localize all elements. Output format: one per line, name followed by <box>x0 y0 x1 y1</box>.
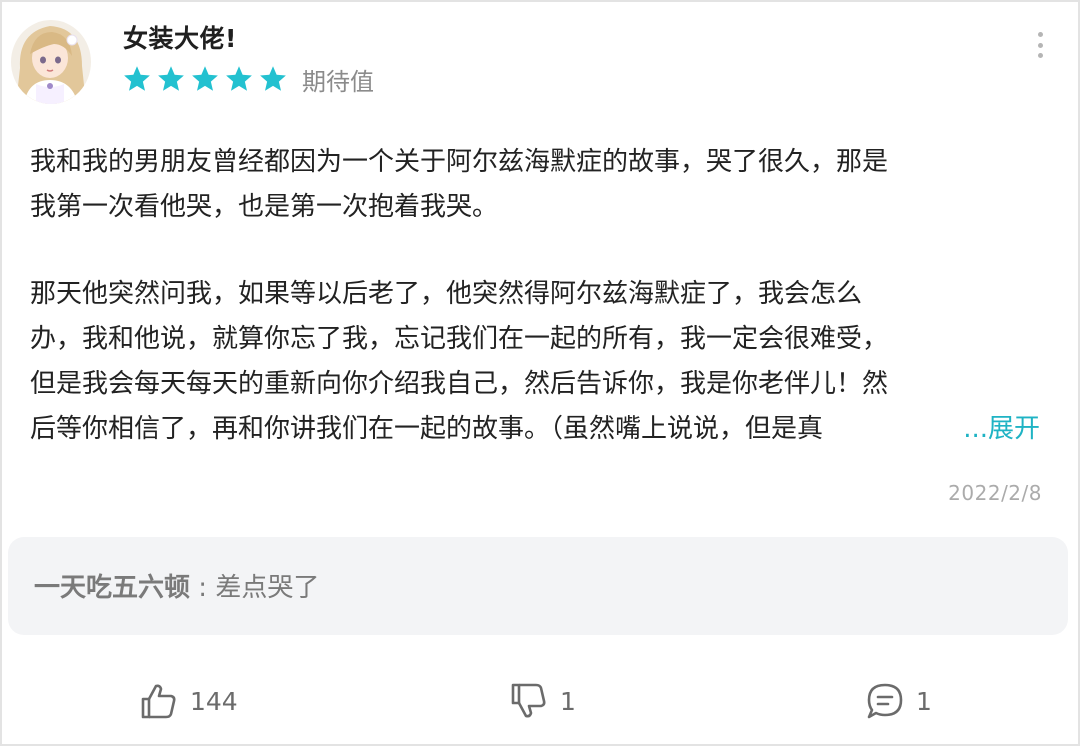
review-line: 后等你相信了，再和你讲我们在一起的故事。（虽然嘴上说说，但是真 <box>30 414 824 444</box>
review-date: 2022/2/8 <box>948 481 1042 505</box>
review-line: 我和我的男朋友曾经都因为一个关于阿尔兹海默症的故事，哭了很久，那是 <box>30 147 889 177</box>
menu-dot <box>1037 32 1043 37</box>
dislike-count: 1 <box>560 686 576 716</box>
review-line: 我第一次看他哭，也是第一次抱着我哭。 <box>30 192 499 222</box>
reply-author[interactable]: 一天吃五六顿 <box>34 573 190 603</box>
menu-dot <box>1037 42 1043 48</box>
dislike-button[interactable]: 1 <box>508 674 576 728</box>
menu-dot <box>1037 53 1043 58</box>
rating-label: 期待值 <box>302 67 374 96</box>
star-icon <box>158 66 184 91</box>
reply: 一天吃五六顿 : 差点哭了 <box>34 567 319 604</box>
star-icon <box>226 66 252 91</box>
action-bar: 144 1 1 <box>2 674 1080 728</box>
reply-content: 差点哭了 <box>215 573 320 603</box>
review-text: 我和我的男朋友曾经都因为一个关于阿尔兹海默症的故事，哭了很久，那是 我第一次看他… <box>30 140 1050 452</box>
avatar-illustration <box>11 20 91 104</box>
username[interactable]: 女装大佬! <box>123 19 237 55</box>
comment-button[interactable]: 1 <box>864 674 932 728</box>
review-card: 女装大佬! 期待值 我和我的男朋友曾经都因为一个关于阿尔兹海默症的故事，哭了很久… <box>0 0 1080 746</box>
more-vertical-icon[interactable] <box>1029 30 1051 60</box>
star-icon <box>124 66 150 91</box>
review-line: 那天他突然问我，如果等以后老了，他突然得阿尔兹海默症了，我会怎么 <box>30 279 863 309</box>
expand-link[interactable]: ...展开 <box>923 407 1040 452</box>
review-line: 但是我会每天每天的重新向你介绍我自己，然后告诉你，我是你老伴儿！然 <box>30 369 889 399</box>
thumbs-down-icon <box>511 683 546 718</box>
comment-icon <box>867 683 903 719</box>
star-icon <box>260 66 286 91</box>
review-last-line: 后等你相信了，再和你讲我们在一起的故事。（虽然嘴上说说，但是真 ...展开 <box>30 407 1040 452</box>
avatar[interactable] <box>10 18 92 104</box>
rating: 期待值 <box>122 62 374 96</box>
review-line: 办，我和他说，就算你忘了我，忘记我们在一起的所有，我一定会很难受， <box>30 324 889 354</box>
reply-box[interactable]: 一天吃五六顿 : 差点哭了 <box>8 537 1068 635</box>
like-button[interactable]: 144 <box>138 674 238 728</box>
reply-separator: : <box>190 573 216 603</box>
comment-count: 1 <box>916 686 932 716</box>
star-icon <box>192 66 218 91</box>
like-count: 144 <box>190 686 238 716</box>
thumbs-up-icon <box>141 684 176 719</box>
star-rating <box>122 64 292 94</box>
